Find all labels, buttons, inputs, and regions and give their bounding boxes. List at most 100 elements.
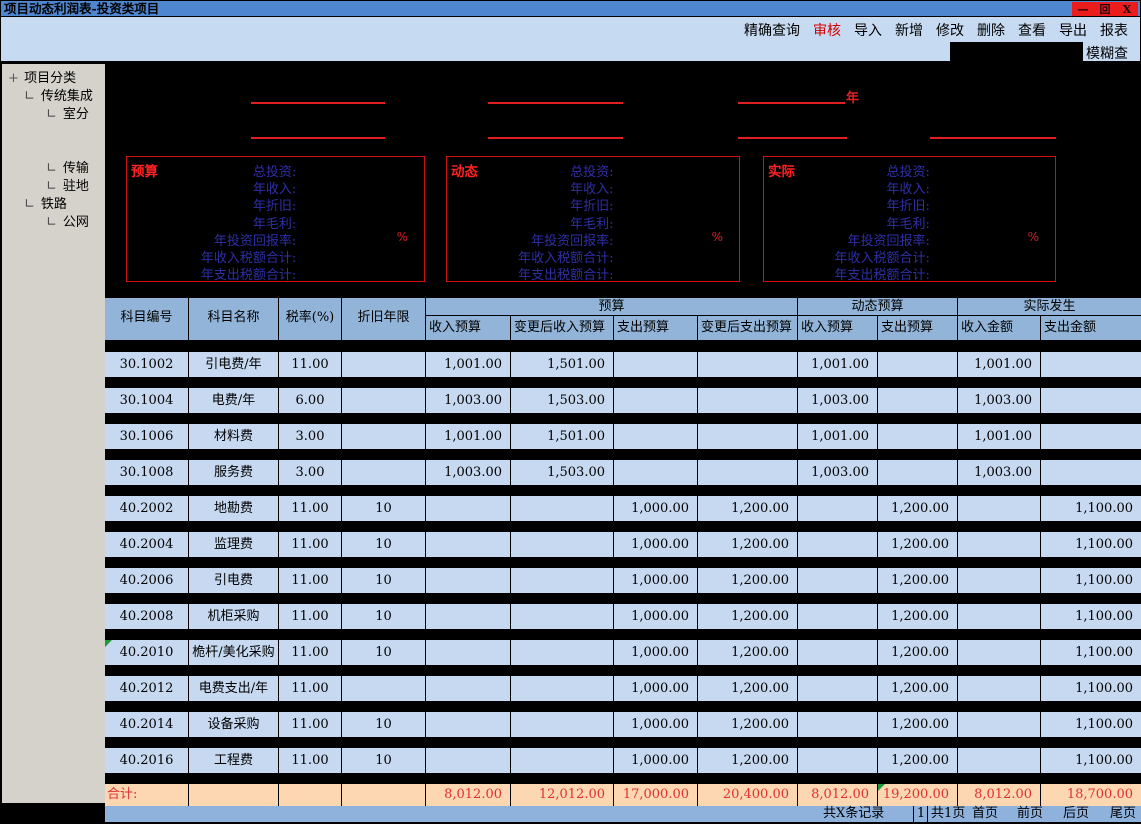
table-cell: 1,200.00	[877, 496, 957, 521]
tree-item[interactable]: ∟ 公网	[46, 211, 89, 230]
table-cell	[510, 640, 613, 665]
exact-query-button[interactable]: 精确查询	[744, 20, 800, 40]
table-cell: 10	[341, 640, 425, 665]
table-cell: 40.2002	[119, 501, 174, 516]
close-icon[interactable]: X	[1117, 3, 1137, 16]
tree-item[interactable]: ∟ 室分	[46, 103, 89, 122]
col-header-name: 科目名称	[188, 298, 278, 340]
summary-field-row: 年支出税额合计:	[447, 264, 739, 283]
view-button[interactable]: 查看	[1018, 20, 1046, 40]
modify-button[interactable]: 修改	[936, 20, 964, 40]
table-cell	[510, 712, 613, 737]
table-row[interactable]: 30.1008 服务费 3.00 1,003.00 1,503.00 1,003.00 1,…	[105, 460, 1141, 485]
restore-icon[interactable]: 回	[1095, 1, 1115, 17]
table-cell: 引电费	[188, 568, 278, 593]
table-cell: 1,000.00	[613, 676, 697, 701]
table-cell	[957, 676, 1040, 701]
toolbar-buttons: 精确查询 审核 导入 新增 修改 删除 查看 导出 报表	[744, 20, 1128, 40]
table-cell: 1,200.00	[877, 568, 957, 593]
add-button[interactable]: 新增	[895, 20, 923, 40]
table-cell	[957, 712, 1040, 737]
tree-branch-icon: ∟	[24, 197, 35, 212]
next-page-button[interactable]: 后页	[1063, 806, 1089, 822]
table-cell: 11.00	[278, 712, 341, 737]
table-cell: 40.2008	[119, 609, 174, 624]
note-marker-icon	[878, 784, 885, 791]
table-cell: 10	[341, 748, 425, 773]
report-button[interactable]: 报表	[1100, 20, 1128, 40]
table-cell: 1,200.00	[877, 712, 957, 737]
minimize-icon[interactable]: —	[1073, 3, 1093, 16]
table-cell: 1,200.00	[877, 748, 957, 773]
expand-icon[interactable]: +	[8, 71, 20, 86]
table-row[interactable]: 30.1002 引电费/年 11.00 1,001.00 1,501.00 1,001.0…	[105, 352, 1141, 377]
table-cell: 工程费	[188, 748, 278, 773]
table-cell: 桅杆/美化采购	[188, 640, 278, 665]
percent-sign: %	[711, 229, 723, 244]
page-count: 共1页	[931, 806, 966, 821]
summary-field-label: 年收入税额合计:	[834, 250, 930, 266]
export-button[interactable]: 导出	[1059, 20, 1087, 40]
tree-root[interactable]: + 项目分类	[8, 67, 76, 86]
sub-header: 支出预算	[613, 316, 697, 340]
record-count: 共X条记录	[823, 806, 885, 821]
table-cell: 11.00	[278, 604, 341, 629]
first-page-button[interactable]: 首页	[972, 806, 998, 822]
table-cell: 11.00	[278, 676, 341, 701]
tree-item[interactable]: ∟ 铁路	[24, 193, 67, 212]
page-number-input[interactable]: 1	[916, 806, 926, 822]
summary-field-row: 年支出税额合计:	[764, 264, 1055, 284]
table-cell: 1,200.00	[877, 604, 957, 629]
table-cell	[341, 460, 425, 485]
last-page-button[interactable]: 尾页	[1110, 806, 1136, 822]
table-cell	[613, 352, 697, 377]
table-cell	[957, 748, 1040, 773]
table-row[interactable]: 40.2014 设备采购 11.00 10 1,000.00 1,200.00 1,200.…	[105, 712, 1141, 737]
table-row[interactable]: 40.2004 监理费 11.00 10 1,000.00 1,200.00 1,200.0…	[105, 532, 1141, 557]
fuzzy-search-label[interactable]: 模糊查询	[1086, 43, 1140, 83]
summary-field-label: 年收入税额合计:	[200, 250, 297, 266]
table-cell: 40.2012	[119, 681, 174, 696]
summary-field-label: 年支出税额合计:	[834, 268, 930, 284]
table-cell	[877, 424, 957, 449]
table-cell: 设备采购	[188, 712, 278, 737]
table-cell	[797, 712, 877, 737]
table-cell: 1,100.00	[1040, 496, 1141, 521]
summary-field-row: 年收入税额合计:	[447, 247, 739, 266]
table-cell: 1,503.00	[510, 388, 613, 413]
summary-field-label: 年收入:	[252, 182, 297, 198]
table-cell	[425, 604, 510, 629]
summary-field-label: 总投资:	[570, 165, 614, 180]
table-cell	[510, 676, 613, 701]
table-cell: 1,501.00	[510, 424, 613, 449]
tree-item[interactable]: ∟ 驻地	[46, 175, 89, 194]
tree-branch-icon: ∟	[46, 215, 57, 230]
table-row[interactable]: 30.1004 电费/年 6.00 1,003.00 1,503.00 1,003.00 1…	[105, 388, 1141, 413]
delete-button[interactable]: 删除	[977, 20, 1005, 40]
table-row[interactable]: 30.1006 材料费 3.00 1,001.00 1,501.00 1,001.00 1,…	[105, 424, 1141, 449]
prev-page-button[interactable]: 前页	[1017, 806, 1043, 822]
table-row[interactable]: 40.2006 引电费 11.00 10 1,000.00 1,200.00 1,200.0…	[105, 568, 1141, 593]
table-cell	[341, 352, 425, 377]
table-row[interactable]: 40.2012 电费支出/年 11.00 1,000.00 1,200.00 1,200.…	[105, 676, 1141, 701]
table-row[interactable]: 40.2008 机柜采购 11.00 10 1,000.00 1,200.00 1,200.…	[105, 604, 1141, 629]
table-row[interactable]: 40.2002 地勘费 11.00 10 1,000.00 1,200.00 1,200.0…	[105, 496, 1141, 521]
table-cell: 1,000.00	[613, 640, 697, 665]
fuzzy-search-input[interactable]	[950, 42, 1083, 62]
table-cell: 1,200.00	[877, 640, 957, 665]
audit-button[interactable]: 审核	[813, 20, 841, 40]
tree-item[interactable]: ∟ 传输	[46, 157, 89, 176]
table-row[interactable]: 40.2016 工程费 11.00 10 1,000.00 1,200.00 1,200.0…	[105, 748, 1141, 773]
table-cell	[510, 532, 613, 557]
table-cell	[425, 676, 510, 701]
summary-field-row: 年收入:	[127, 178, 424, 198]
import-button[interactable]: 导入	[854, 20, 882, 40]
table-row[interactable]: 40.2010 桅杆/美化采购 11.00 10 1,000.00 1,200.00 1,2…	[105, 640, 1141, 665]
table-cell	[613, 424, 697, 449]
table-cell	[341, 676, 425, 701]
summary-field-row: 总投资:	[447, 161, 739, 180]
table-cell: 1,100.00	[1040, 532, 1141, 557]
col-header-code: 科目编号	[120, 310, 173, 325]
tree-root-label: 项目分类	[24, 71, 77, 86]
tree-item[interactable]: ∟ 传统集成	[24, 85, 93, 104]
